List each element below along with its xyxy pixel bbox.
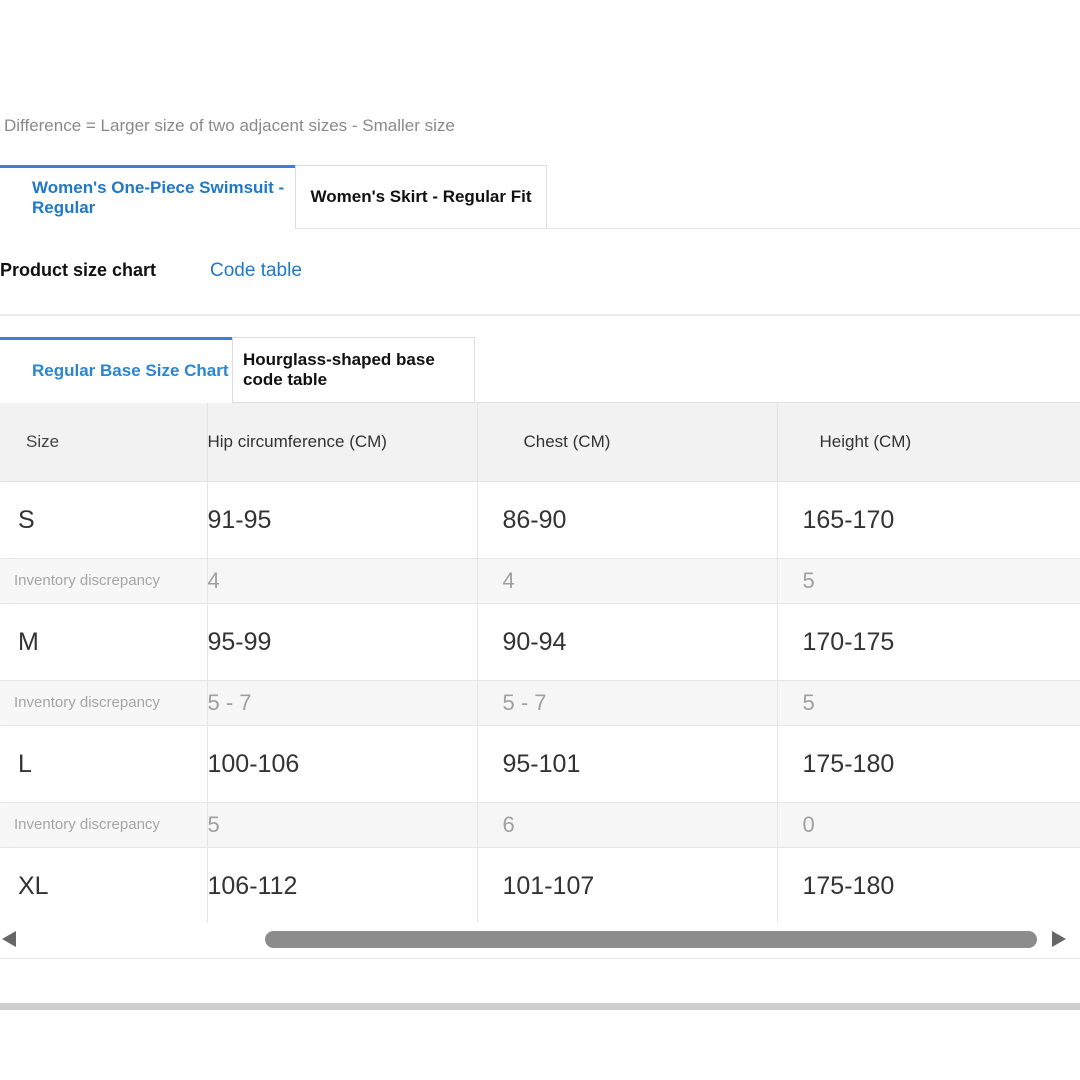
tab-womens-one-piece-swimsuit[interactable]: Women's One-Piece Swimsuit - Regular bbox=[0, 165, 295, 227]
difference-label: Inventory discrepancy bbox=[0, 680, 208, 726]
table-cell: 5 - 7 bbox=[207, 680, 478, 726]
tab-label: Women's Skirt - Regular Fit bbox=[310, 187, 532, 206]
divider bbox=[0, 1003, 1080, 1010]
difference-note: Difference = Larger size of two adjacent… bbox=[4, 116, 455, 135]
tab-hourglass-base-code-table[interactable]: Hourglass-shaped base code table bbox=[232, 337, 475, 403]
size-table-container: Size Hip circumference (CM) Chest (CM) H… bbox=[0, 403, 1080, 923]
header-hip: Hip circumference (CM) bbox=[207, 403, 478, 482]
table-row: M 95-99 90-94 170-175 bbox=[0, 603, 1080, 681]
table-cell: 175-180 bbox=[777, 725, 1080, 803]
size-label: XL bbox=[0, 847, 208, 923]
header-size: Size bbox=[0, 403, 208, 482]
table-header-row: Size Hip circumference (CM) Chest (CM) H… bbox=[0, 403, 1080, 482]
table-cell: 4 bbox=[477, 558, 778, 604]
tab-label: Women's One-Piece Swimsuit - Regular bbox=[32, 177, 285, 217]
scroll-right-icon[interactable] bbox=[1052, 931, 1066, 947]
scroll-left-icon[interactable] bbox=[2, 931, 16, 947]
table-cell: 4 bbox=[207, 558, 478, 604]
table-cell: 91-95 bbox=[207, 481, 478, 559]
difference-label: Inventory discrepancy bbox=[0, 802, 208, 848]
table-row: L 100-106 95-101 175-180 bbox=[0, 725, 1080, 803]
tab-product-size-chart[interactable]: Product size chart bbox=[0, 260, 156, 281]
size-label: L bbox=[0, 725, 208, 803]
table-cell: 106-112 bbox=[207, 847, 478, 923]
tab-code-table[interactable]: Code table bbox=[210, 260, 302, 282]
table-cell: 175-180 bbox=[777, 847, 1080, 923]
chart-tabs: Regular Base Size Chart Hourglass-shaped… bbox=[0, 337, 1080, 403]
table-cell: 100-106 bbox=[207, 725, 478, 803]
table-cell: 5 bbox=[777, 680, 1080, 726]
table-cell: 5 - 7 bbox=[477, 680, 778, 726]
table-row: XL 106-112 101-107 175-180 bbox=[0, 847, 1080, 923]
tab-regular-base-size-chart[interactable]: Regular Base Size Chart bbox=[0, 337, 232, 401]
table-cell: 90-94 bbox=[477, 603, 778, 681]
table-cell: 95-99 bbox=[207, 603, 478, 681]
size-label: S bbox=[0, 481, 208, 559]
difference-label: Inventory discrepancy bbox=[0, 558, 208, 604]
tab-womens-skirt[interactable]: Women's Skirt - Regular Fit bbox=[295, 165, 547, 229]
table-row: S 91-95 86-90 165-170 bbox=[0, 481, 1080, 559]
table-cell: 101-107 bbox=[477, 847, 778, 923]
table-cell: 5 bbox=[777, 558, 1080, 604]
product-tabs: Women's One-Piece Swimsuit - Regular Wom… bbox=[0, 165, 1080, 229]
tab-label: Regular Base Size Chart bbox=[32, 360, 229, 380]
header-chest: Chest (CM) bbox=[477, 403, 778, 482]
scrollbar-thumb[interactable] bbox=[265, 931, 1037, 948]
view-tabs: Product size chart Code table bbox=[0, 250, 1080, 316]
size-table: Size Hip circumference (CM) Chest (CM) H… bbox=[0, 403, 1080, 923]
table-cell: 86-90 bbox=[477, 481, 778, 559]
table-cell: 0 bbox=[777, 802, 1080, 848]
table-cell: 5 bbox=[207, 802, 478, 848]
size-label: M bbox=[0, 603, 208, 681]
difference-row: Inventory discrepancy 4 4 5 bbox=[0, 558, 1080, 604]
table-cell: 165-170 bbox=[777, 481, 1080, 559]
table-cell: 170-175 bbox=[777, 603, 1080, 681]
tab-label: Hourglass-shaped base code table bbox=[243, 350, 435, 389]
header-height: Height (CM) bbox=[777, 403, 1080, 482]
difference-row: Inventory discrepancy 5 - 75 - 75 bbox=[0, 680, 1080, 726]
table-cell: 6 bbox=[477, 802, 778, 848]
table-cell: 95-101 bbox=[477, 725, 778, 803]
divider bbox=[0, 958, 1080, 959]
difference-row: Inventory discrepancy 5 6 0 bbox=[0, 802, 1080, 848]
horizontal-scrollbar[interactable] bbox=[0, 924, 1080, 956]
